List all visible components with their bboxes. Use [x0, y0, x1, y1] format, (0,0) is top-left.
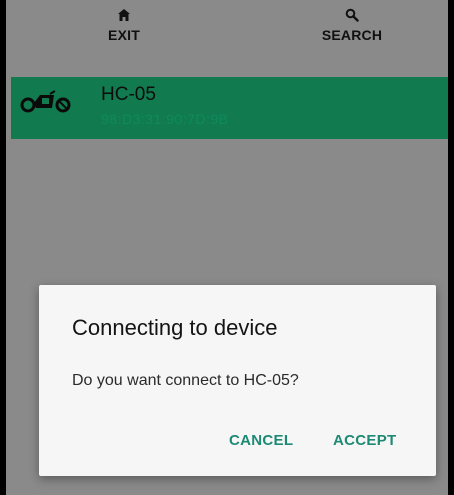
app-window: EXIT SEARCH HC-05 98:D3:31:90:7D:9B Conn…	[6, 0, 448, 495]
exit-label: EXIT	[108, 27, 140, 43]
dialog-title: Connecting to device	[72, 315, 278, 340]
search-icon	[345, 8, 359, 22]
home-icon	[118, 9, 130, 21]
search-button[interactable]: SEARCH	[302, 8, 402, 43]
dialog-message: Do you want connect to HC-05?	[72, 372, 299, 389]
device-address: 98:D3:31:90:7D:9B	[101, 111, 229, 127]
device-name: HC-05	[101, 84, 156, 105]
device-list-item[interactable]: HC-05 98:D3:31:90:7D:9B	[11, 77, 448, 139]
cancel-button[interactable]: CANCEL	[229, 432, 293, 449]
exit-button[interactable]: EXIT	[84, 8, 164, 43]
screen: EXIT SEARCH HC-05 98:D3:31:90:7D:9B Conn…	[0, 0, 454, 495]
accept-button[interactable]: ACCEPT	[333, 432, 396, 449]
search-label: SEARCH	[321, 27, 383, 43]
toolbar: EXIT SEARCH	[6, 0, 448, 68]
robot-vehicle-icon	[20, 90, 71, 113]
connect-dialog: Connecting to device Do you want connect…	[39, 285, 436, 476]
